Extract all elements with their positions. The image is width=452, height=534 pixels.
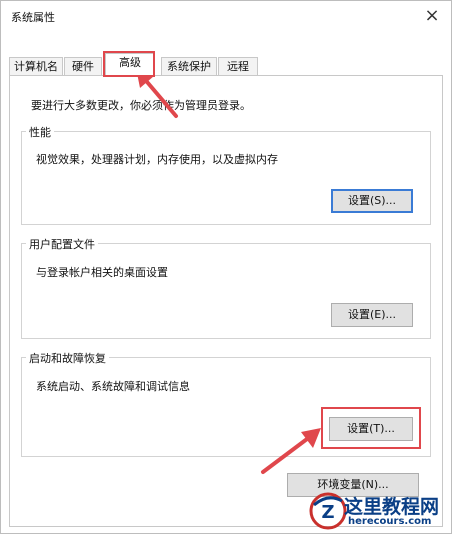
- close-icon[interactable]: ×: [421, 5, 443, 27]
- title-bar[interactable]: 系统属性 ×: [1, 1, 451, 31]
- startup-recovery-title: 启动和故障恢复: [26, 350, 109, 366]
- tab-remote[interactable]: 远程: [218, 57, 258, 75]
- watermark-url: herecours.com: [348, 516, 432, 527]
- startup-button-highlight-box: [321, 407, 421, 449]
- user-profiles-settings-button[interactable]: 设置(E)...: [331, 303, 413, 327]
- tab-highlight-box: [103, 51, 155, 77]
- user-profiles-desc: 与登录帐户相关的桌面设置: [36, 266, 168, 279]
- startup-recovery-desc: 系统启动、系统故障和调试信息: [36, 380, 190, 393]
- watermark: Z 这里教程网 herecours.com: [306, 488, 452, 534]
- performance-settings-button[interactable]: 设置(S)...: [331, 189, 413, 213]
- user-profiles-title: 用户配置文件: [26, 236, 98, 252]
- arrow-to-button-icon: [261, 428, 321, 474]
- performance-title: 性能: [26, 124, 54, 140]
- svg-text:Z: Z: [321, 502, 334, 523]
- performance-desc: 视觉效果，处理器计划，内存使用，以及虚拟内存: [36, 153, 278, 166]
- watermark-text: 这里教程网: [344, 496, 440, 518]
- tab-hardware[interactable]: 硬件: [64, 57, 102, 75]
- window-title: 系统属性: [11, 11, 55, 24]
- system-properties-window: 系统属性 × 计算机名 硬件 高级 系统保护 远程 要进行大多数更改，你必须作为…: [0, 0, 452, 534]
- tab-computer-name[interactable]: 计算机名: [9, 57, 63, 75]
- watermark-logo-icon: Z: [309, 492, 347, 530]
